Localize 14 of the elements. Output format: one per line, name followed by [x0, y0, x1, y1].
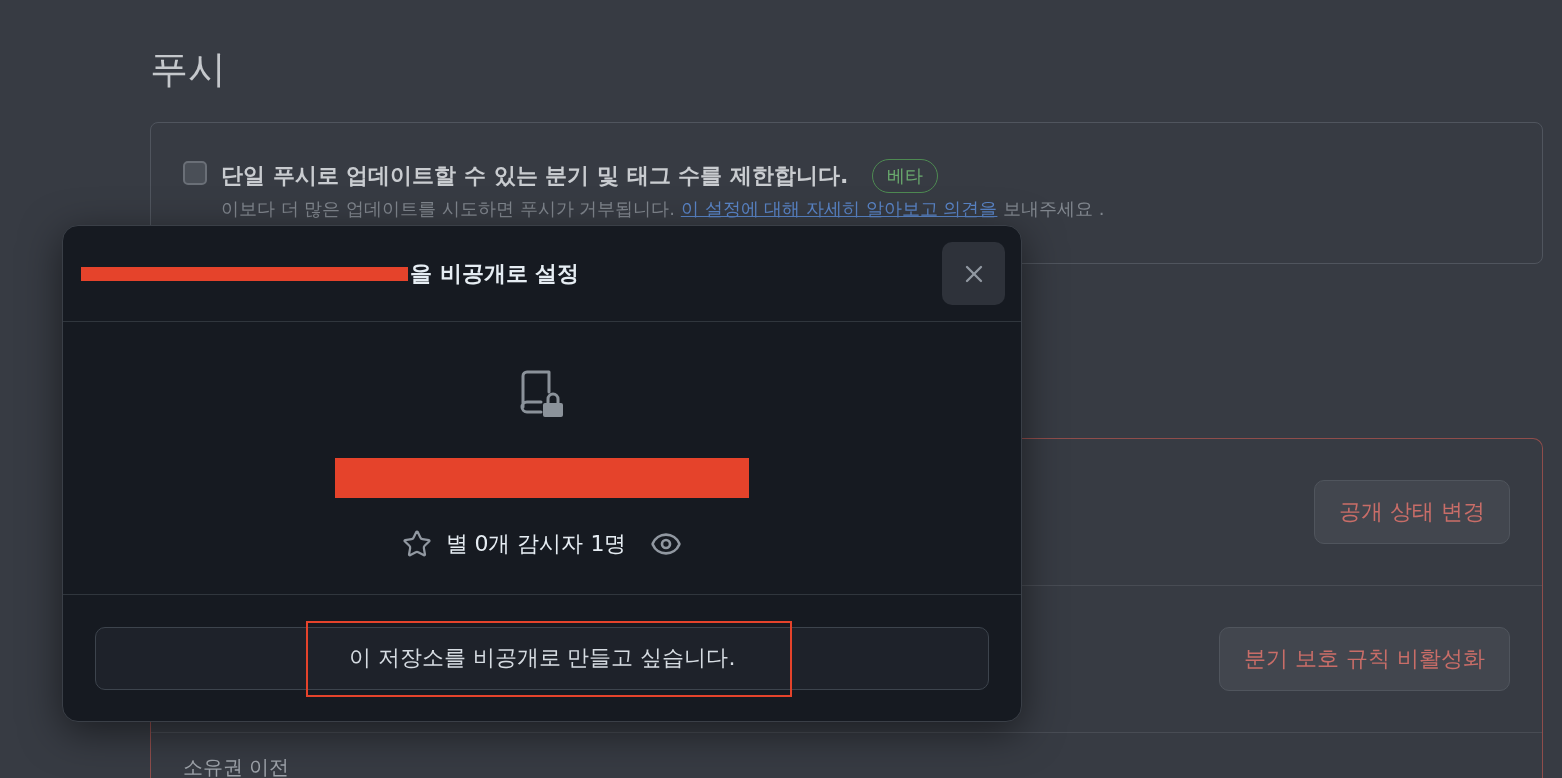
- repo-lock-icon: [519, 370, 565, 420]
- learn-more-link[interactable]: 이 설정에 대해 자세히 알아보고 의견을: [680, 198, 998, 219]
- repo-stats: 별 0개 감시자 1명: [445, 530, 627, 558]
- close-button[interactable]: [942, 242, 1005, 305]
- section-title: 푸시: [150, 46, 227, 93]
- star-icon: [401, 529, 432, 559]
- setting-label: 단일 푸시로 업데이트할 수 있는 분기 및 태그 수를 제한합니다.: [221, 162, 849, 190]
- danger-button[interactable]: 분기 보호 규칙 비활성화: [1219, 627, 1510, 691]
- dialog-title: 을 비공개로 설정: [410, 259, 580, 288]
- row-title: 소유권 이전: [183, 755, 290, 778]
- checkbox[interactable]: [183, 161, 207, 185]
- confirm-button[interactable]: 이 저장소를 비공개로 만들고 싶습니다.: [95, 626, 989, 690]
- setting-description: 이보다 더 많은 업데이트를 시도하면 푸시가 거부됩니다. 이 설정에 대해 자세히 알아보고 의견을 보내주세요 .: [221, 197, 1105, 221]
- danger-button[interactable]: 공개 상태 변경: [1314, 480, 1510, 544]
